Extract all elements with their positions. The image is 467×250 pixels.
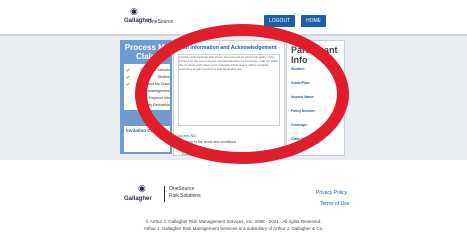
- privacy-policy-link[interactable]: Privacy Policy: [316, 190, 347, 196]
- footer-brand-line2: Risk Solutions: [169, 193, 201, 199]
- footer-divider: [164, 186, 165, 202]
- footer-logo-name: Gallagher: [124, 196, 152, 202]
- globe-icon: ◉: [130, 6, 138, 16]
- footer-brand-line1: OneSource: [169, 186, 195, 192]
- copyright-line1: © Arthur J. Gallagher Risk Management Se…: [145, 219, 322, 224]
- logout-button[interactable]: LOGOUT: [264, 15, 296, 27]
- red-circle-annotation: [135, 24, 349, 164]
- home-button[interactable]: HOME: [301, 15, 326, 27]
- globe-icon: ◉: [138, 183, 146, 193]
- copyright: © Arthur J. Gallagher Risk Management Se…: [0, 218, 467, 232]
- checkmark-icon: ✔: [126, 68, 131, 74]
- footer-brand: OneSource Risk Solutions: [169, 186, 201, 200]
- brand-subtitle: OneSource: [148, 19, 174, 25]
- terms-of-use-link[interactable]: Terms of Use: [320, 201, 349, 207]
- checkmark-icon: ✔: [126, 75, 131, 81]
- checkmark-icon: ✔: [126, 82, 131, 88]
- copyright-line2: Arthur J. Gallagher Risk Management Serv…: [143, 226, 324, 231]
